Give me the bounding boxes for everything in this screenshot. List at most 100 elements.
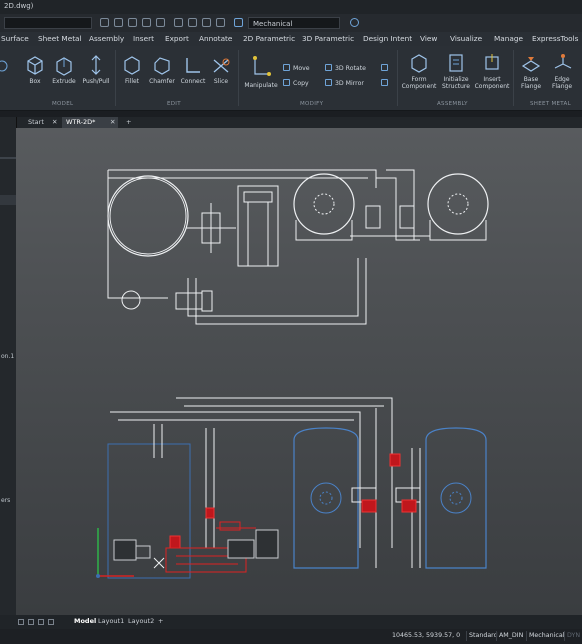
initialize-structure-label: Initialize Structure (442, 76, 470, 90)
menu-3d-parametric[interactable]: 3D Parametric (302, 34, 354, 43)
view-top-icon[interactable] (188, 18, 197, 27)
insert-component-button[interactable]: Insert Component (474, 52, 510, 90)
fillet-icon (124, 56, 140, 75)
tab-document-close-icon[interactable]: ✕ (106, 117, 119, 128)
copy-button[interactable]: Copy (283, 79, 309, 87)
upper-assembly (107, 169, 489, 325)
view-iso-icon[interactable] (216, 18, 225, 27)
panel-label-edit[interactable]: EDIT (167, 101, 181, 107)
form-component-button[interactable]: Form Component (400, 52, 438, 90)
tab-model[interactable]: Model (74, 617, 96, 625)
3d-mirror-button[interactable]: 3D Mirror (325, 79, 364, 87)
fillet-button[interactable]: Fillet (118, 54, 146, 85)
document-tab-bar: Start ✕ WTR-2D* ✕ + (16, 117, 582, 128)
align-icon (381, 64, 388, 71)
drawing-canvas[interactable] (16, 128, 582, 615)
base-flange-label: Base Flange (520, 76, 542, 90)
save-icon[interactable] (128, 18, 137, 27)
connect-icon (186, 58, 200, 73)
workspace-icon[interactable] (234, 18, 243, 27)
tool-icon (0, 60, 8, 72)
search-icon[interactable] (350, 18, 359, 27)
ribbon-separator (115, 50, 116, 106)
tab-start-close-icon[interactable]: ✕ (48, 117, 61, 128)
menu-surface[interactable]: Surface (1, 34, 29, 43)
push-pull-button[interactable]: Push/Pull (80, 54, 112, 85)
manipulate-button[interactable]: Manipulate (242, 54, 280, 89)
cad-drawing (96, 169, 489, 579)
base-flange-button[interactable]: Base Flange (516, 52, 546, 90)
panel-row[interactable] (0, 195, 16, 205)
menu-sheet-metal[interactable]: Sheet Metal (38, 34, 82, 43)
first-tab-icon[interactable] (18, 619, 24, 625)
dim-style-field[interactable]: AM_DIN (496, 631, 525, 641)
array-icon (381, 79, 388, 86)
extrude-label: Extrude (52, 78, 76, 85)
ribbon-partial-tool[interactable] (0, 56, 12, 78)
panel-label-assembly[interactable]: ASSEMBLY (437, 101, 468, 107)
window-title: 2D.dwg) (4, 2, 34, 10)
menu-annotate[interactable]: Annotate (199, 34, 232, 43)
connect-label: Connect (180, 78, 206, 85)
next-tab-icon[interactable] (38, 619, 44, 625)
modify-extra-1[interactable] (381, 64, 391, 72)
manipulate-icon (253, 56, 271, 76)
ribbon-separator (238, 50, 239, 106)
box-button[interactable]: Box (22, 54, 48, 85)
panel-label-modify[interactable]: MODIFY (300, 101, 323, 107)
menu-expresstools[interactable]: ExpressTools (532, 34, 578, 43)
edge-flange-icon (554, 54, 572, 69)
print-icon[interactable] (142, 18, 151, 27)
push-pull-icon (91, 55, 101, 75)
move-button[interactable]: Move (283, 64, 310, 72)
open-icon[interactable] (114, 18, 123, 27)
box-label: Box (29, 78, 41, 85)
menu-assembly[interactable]: Assembly (89, 34, 124, 43)
menu-design-intent[interactable]: Design Intent (363, 34, 412, 43)
tab-layout1[interactable]: Layout1 (98, 617, 124, 625)
menu-visualize[interactable]: Visualize (450, 34, 482, 43)
tab-layout2[interactable]: Layout2 (128, 617, 154, 625)
initialize-structure-button[interactable]: Initialize Structure (438, 52, 474, 90)
text-style-field[interactable]: Standard (466, 631, 500, 641)
menu-2d-parametric[interactable]: 2D Parametric (243, 34, 295, 43)
form-component-icon (411, 54, 427, 73)
panel-label-sheet-metal[interactable]: SHEET METAL (530, 101, 571, 107)
workspace-dropdown[interactable]: Mechanical (248, 17, 340, 29)
panel-label-model[interactable]: MODEL (52, 101, 73, 107)
workspace-field[interactable]: Mechanical (526, 631, 566, 641)
extrude-button[interactable]: Extrude (50, 54, 78, 85)
form-component-label: Form Component (401, 76, 437, 90)
panel-divider (0, 157, 16, 159)
new-icon[interactable] (100, 18, 109, 27)
new-tab-button[interactable]: + (122, 117, 135, 128)
manipulate-label: Manipulate (244, 82, 278, 89)
dynamic-field[interactable]: DYN (564, 631, 582, 641)
left-panel: on.1 ers (0, 117, 17, 615)
push-pull-label: Push/Pull (82, 78, 110, 85)
layout-tab-bar: Model Layout1 Layout2 + (0, 615, 582, 629)
view-front-icon[interactable] (202, 18, 211, 27)
edge-flange-label: Edge Flange (551, 76, 573, 90)
menu-manage[interactable]: Manage (494, 34, 523, 43)
menu-insert[interactable]: Insert (133, 34, 154, 43)
insert-component-icon (485, 54, 499, 70)
add-layout-button[interactable]: + (158, 617, 163, 625)
cursor-coordinates: 10465.53, 5939.57, 0 (392, 632, 461, 639)
panel-text-2: ers (1, 497, 11, 504)
box-icon (27, 56, 43, 75)
menu-view[interactable]: View (420, 34, 437, 43)
last-tab-icon[interactable] (48, 619, 54, 625)
menu-export[interactable]: Export (165, 34, 189, 43)
edge-flange-button[interactable]: Edge Flange (546, 52, 578, 90)
modify-extra-2[interactable] (381, 79, 391, 87)
3d-rotate-button[interactable]: 3D Rotate (325, 64, 366, 72)
tab-start[interactable]: Start (24, 117, 48, 128)
view-cube-icon[interactable] (174, 18, 183, 27)
file-dropdown[interactable] (4, 17, 92, 29)
connect-button[interactable]: Connect (178, 54, 208, 85)
undo-icon[interactable] (156, 18, 165, 27)
prev-tab-icon[interactable] (28, 619, 34, 625)
chamfer-button[interactable]: Chamfer (147, 54, 177, 85)
slice-button[interactable]: Slice (208, 54, 234, 85)
